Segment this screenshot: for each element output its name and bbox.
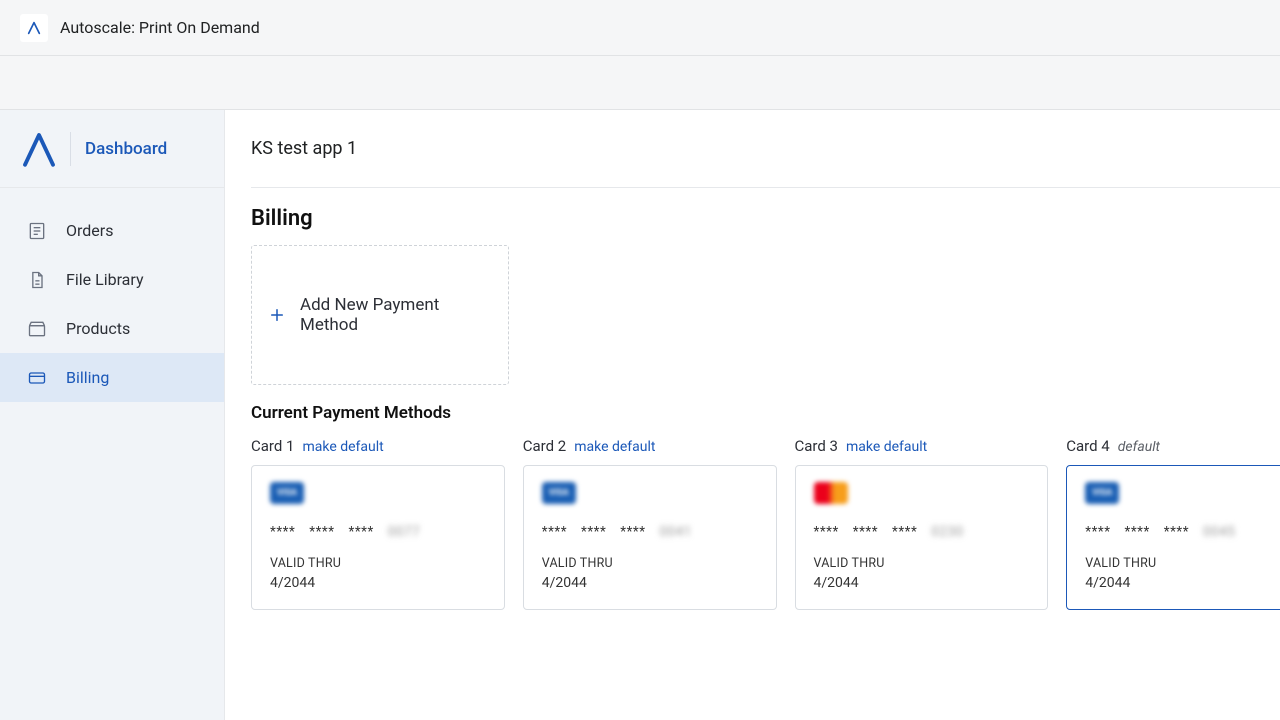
orders-icon bbox=[26, 220, 48, 242]
payment-cards-row: Card 1 make default VISA **** **** **** … bbox=[251, 437, 1280, 610]
billing-section: Billing Add New Payment Method Current P… bbox=[251, 188, 1280, 610]
default-tag: default bbox=[1118, 439, 1160, 455]
card-title: Card 2 bbox=[523, 437, 566, 455]
payment-card[interactable]: VISA **** **** **** 0045 VALID THRU 4/20… bbox=[1066, 465, 1280, 610]
valid-thru-label: VALID THRU bbox=[542, 556, 758, 571]
subsection-title: Current Payment Methods bbox=[251, 403, 1280, 423]
payment-card[interactable]: VISA **** **** **** 0077 VALID THRU 4/20… bbox=[251, 465, 505, 610]
card-mask-group: **** bbox=[581, 524, 606, 540]
card-title: Card 1 bbox=[251, 437, 294, 455]
valid-thru-label: VALID THRU bbox=[270, 556, 486, 571]
card-expiry: 4/2044 bbox=[270, 575, 486, 591]
app-title: Autoscale: Print On Demand bbox=[60, 18, 260, 37]
card-mask-group: **** bbox=[349, 524, 374, 540]
brand-logo-icon bbox=[18, 128, 60, 170]
card-number: **** **** **** 0045 bbox=[1085, 524, 1280, 540]
card-brand-icon: VISA bbox=[1085, 482, 1119, 504]
add-payment-method-button[interactable]: Add New Payment Method bbox=[251, 245, 509, 385]
make-default-link[interactable]: make default bbox=[302, 439, 383, 455]
sidebar-item-label: Products bbox=[66, 319, 130, 338]
card-brand-icon bbox=[814, 482, 848, 504]
make-default-link[interactable]: make default bbox=[846, 439, 927, 455]
card-mask-group: **** bbox=[620, 524, 645, 540]
sidebar-item-label: Billing bbox=[66, 368, 109, 387]
payment-card-column: Card 4 default VISA **** **** **** 0045 … bbox=[1066, 437, 1280, 610]
card-title: Card 4 bbox=[1066, 437, 1109, 455]
card-mask-group: **** bbox=[814, 524, 839, 540]
topbar: Autoscale: Print On Demand bbox=[0, 0, 1280, 56]
payment-card[interactable]: **** **** **** 0230 VALID THRU 4/2044 bbox=[795, 465, 1049, 610]
card-mask-group: **** bbox=[270, 524, 295, 540]
sidebar-nav: Orders File Library Products Billing bbox=[0, 188, 224, 402]
card-last4: 0077 bbox=[388, 524, 420, 540]
card-expiry: 4/2044 bbox=[542, 575, 758, 591]
sidebar-item-file-library[interactable]: File Library bbox=[0, 255, 224, 304]
main: KS test app 1 Billing Add New Payment Me… bbox=[225, 110, 1280, 720]
sidebar-header: Dashboard bbox=[0, 110, 224, 188]
card-last4: 0045 bbox=[1203, 524, 1235, 540]
card-expiry: 4/2044 bbox=[814, 575, 1030, 591]
card-mask-group: **** bbox=[853, 524, 878, 540]
payment-card-column: Card 3 make default **** **** **** 0230 … bbox=[795, 437, 1049, 610]
plus-icon bbox=[268, 306, 286, 324]
sidebar-item-billing[interactable]: Billing bbox=[0, 353, 224, 402]
sidebar-item-label: Orders bbox=[66, 221, 113, 240]
card-header: Card 4 default bbox=[1066, 437, 1280, 455]
card-header: Card 1 make default bbox=[251, 437, 505, 455]
valid-thru-label: VALID THRU bbox=[814, 556, 1030, 571]
sidebar-title[interactable]: Dashboard bbox=[85, 139, 167, 159]
card-expiry: 4/2044 bbox=[1085, 575, 1280, 591]
payment-card-column: Card 2 make default VISA **** **** **** … bbox=[523, 437, 777, 610]
card-mask-group: **** bbox=[1164, 524, 1189, 540]
card-mask-group: **** bbox=[892, 524, 917, 540]
card-last4: 0230 bbox=[931, 524, 963, 540]
sidebar-item-label: File Library bbox=[66, 270, 144, 289]
layout: Dashboard Orders File Library Products bbox=[0, 110, 1280, 720]
payment-card-column: Card 1 make default VISA **** **** **** … bbox=[251, 437, 505, 610]
vertical-divider bbox=[70, 132, 71, 166]
page-title: KS test app 1 bbox=[251, 138, 357, 159]
card-mask-group: **** bbox=[1125, 524, 1150, 540]
sidebar-item-orders[interactable]: Orders bbox=[0, 206, 224, 255]
card-mask-group: **** bbox=[542, 524, 567, 540]
secondary-bar bbox=[0, 56, 1280, 110]
products-icon bbox=[26, 318, 48, 340]
card-mask-group: **** bbox=[1085, 524, 1110, 540]
valid-thru-label: VALID THRU bbox=[1085, 556, 1280, 571]
section-title: Billing bbox=[251, 206, 1280, 231]
card-brand-icon: VISA bbox=[270, 482, 304, 504]
file-icon bbox=[26, 269, 48, 291]
app-logo-icon bbox=[20, 14, 48, 42]
page-header: KS test app 1 bbox=[251, 110, 1280, 188]
sidebar: Dashboard Orders File Library Products bbox=[0, 110, 225, 720]
make-default-link[interactable]: make default bbox=[574, 439, 655, 455]
billing-icon bbox=[26, 367, 48, 389]
card-brand-icon: VISA bbox=[542, 482, 576, 504]
sidebar-item-products[interactable]: Products bbox=[0, 304, 224, 353]
card-number: **** **** **** 0077 bbox=[270, 524, 486, 540]
card-mask-group: **** bbox=[309, 524, 334, 540]
card-header: Card 3 make default bbox=[795, 437, 1049, 455]
payment-card[interactable]: VISA **** **** **** 0041 VALID THRU 4/20… bbox=[523, 465, 777, 610]
card-last4: 0041 bbox=[660, 524, 692, 540]
card-number: **** **** **** 0041 bbox=[542, 524, 758, 540]
card-title: Card 3 bbox=[795, 437, 838, 455]
card-header: Card 2 make default bbox=[523, 437, 777, 455]
add-payment-label: Add New Payment Method bbox=[300, 295, 492, 335]
card-number: **** **** **** 0230 bbox=[814, 524, 1030, 540]
